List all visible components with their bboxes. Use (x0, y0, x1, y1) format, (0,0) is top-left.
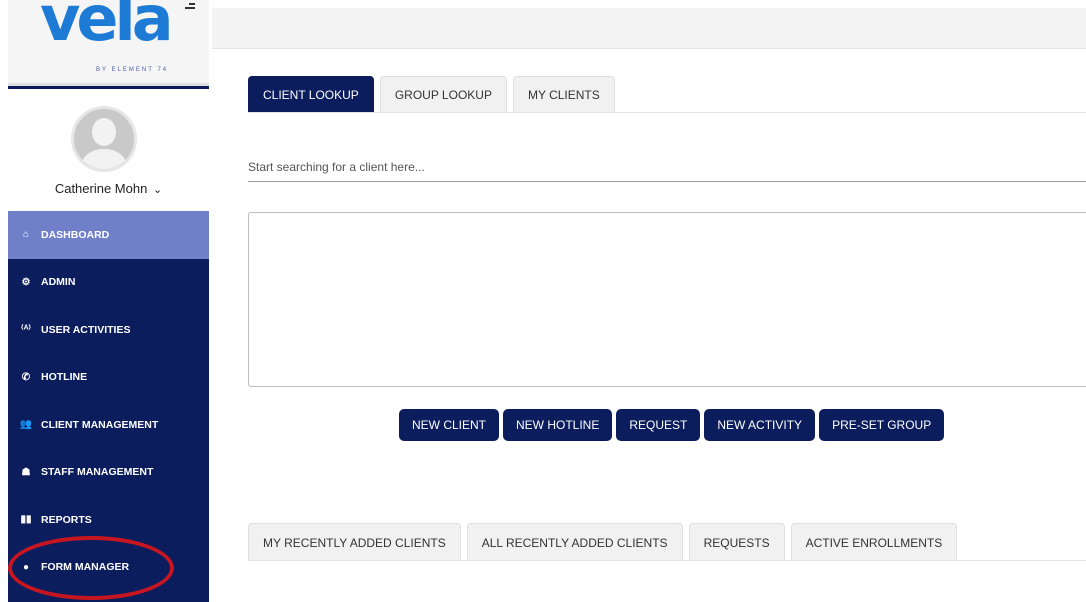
user-profile: Catherine Mohn ⌄ (8, 89, 209, 211)
sidebar-item-label: FORM MANAGER (41, 561, 130, 574)
sidebar-item-label: ADMIN (41, 276, 76, 289)
tab-group-lookup[interactable]: GROUP LOOKUP (379, 76, 507, 113)
tab-all-recently-added-clients[interactable]: ALL RECENTLY ADDED CLIENTS (466, 523, 683, 561)
broadcast-icon: ⁽ᴬ⁾ (21, 324, 31, 336)
logo-area: vela BY ELEMENT 74 (8, 0, 209, 86)
new-activity-button[interactable]: NEW ACTIVITY (704, 409, 816, 441)
logo-tagline: BY ELEMENT 74 (96, 67, 169, 73)
client-search-input[interactable] (248, 152, 1086, 182)
sidebar-item-dashboard[interactable]: ⌂ DASHBOARD (8, 211, 209, 259)
phone-icon: ✆ (21, 371, 31, 383)
menu-toggle-icon[interactable] (185, 3, 195, 13)
request-button[interactable]: REQUEST (616, 409, 701, 441)
sidebar-item-form-manager[interactable]: ● FORM MANAGER (8, 544, 209, 592)
user-menu-toggle[interactable]: Catherine Mohn ⌄ (8, 181, 209, 196)
sidebar-item-label: REPORTS (41, 513, 92, 526)
app-root: vela BY ELEMENT 74 Catherine Mohn ⌄ ⌂ DA… (0, 0, 1086, 602)
tab-my-clients[interactable]: MY CLIENTS (512, 76, 615, 113)
book-icon: ▮▮ (20, 514, 32, 526)
sidebar-item-client-management[interactable]: 👥 CLIENT MANAGEMENT (8, 401, 209, 449)
tab-my-recently-added-clients[interactable]: MY RECENTLY ADDED CLIENTS (248, 523, 461, 561)
vela-logo: vela (40, 0, 174, 55)
search-results-panel (248, 212, 1086, 387)
tab-client-lookup[interactable]: CLIENT LOOKUP (248, 76, 374, 113)
sidebar-item-label: STAFF MANAGEMENT (41, 466, 154, 479)
new-hotline-button[interactable]: NEW HOTLINE (503, 409, 613, 441)
user-name: Catherine Mohn (54, 181, 148, 196)
pre-set-group-button[interactable]: PRE-SET GROUP (819, 409, 945, 441)
sidebar-item-hotline[interactable]: ✆ HOTLINE (8, 354, 209, 402)
action-buttons: NEW CLIENT NEW HOTLINE REQUEST NEW ACTIV… (399, 409, 945, 441)
tab-requests[interactable]: REQUESTS (688, 523, 785, 561)
sidebar-item-label: USER ACTIVITIES (41, 323, 131, 336)
chevron-down-icon: ⌄ (152, 184, 163, 196)
home-icon: ⌂ (22, 229, 30, 241)
sidebar-item-user-activities[interactable]: ⁽ᴬ⁾ USER ACTIVITIES (8, 306, 209, 354)
new-client-button[interactable]: NEW CLIENT (399, 409, 500, 441)
lookup-tabs: CLIENT LOOKUP GROUP LOOKUP MY CLIENTS (248, 76, 615, 113)
sidebar-item-label: CLIENT MANAGEMENT (41, 418, 159, 431)
sidebar-item-staff-management[interactable]: ☗ STAFF MANAGEMENT (8, 449, 209, 497)
sidebar-item-label: HOTLINE (41, 371, 88, 384)
bottom-tabs-divider (248, 560, 1086, 561)
sidebar: vela BY ELEMENT 74 Catherine Mohn ⌄ ⌂ DA… (8, 0, 209, 602)
avatar[interactable] (71, 106, 137, 172)
tab-active-enrollments[interactable]: ACTIVE ENROLLMENTS (790, 523, 958, 561)
cogs-icon: ⚙ (21, 276, 31, 288)
clients-tabs: MY RECENTLY ADDED CLIENTS ALL RECENTLY A… (248, 523, 958, 561)
sidebar-item-reports[interactable]: ▮▮ REPORTS (8, 496, 209, 544)
sidebar-nav: ⌂ DASHBOARD ⚙ ADMIN ⁽ᴬ⁾ USER ACTIVITIES … (8, 211, 209, 591)
sidebar-item-admin[interactable]: ⚙ ADMIN (8, 259, 209, 307)
tabs-divider (248, 112, 1086, 113)
sidebar-item-label: DASHBOARD (41, 228, 110, 241)
top-bar (212, 8, 1086, 49)
info-icon: ● (22, 561, 30, 573)
users-icon: 👥 (19, 419, 33, 431)
staff-icon: ☗ (21, 466, 31, 478)
